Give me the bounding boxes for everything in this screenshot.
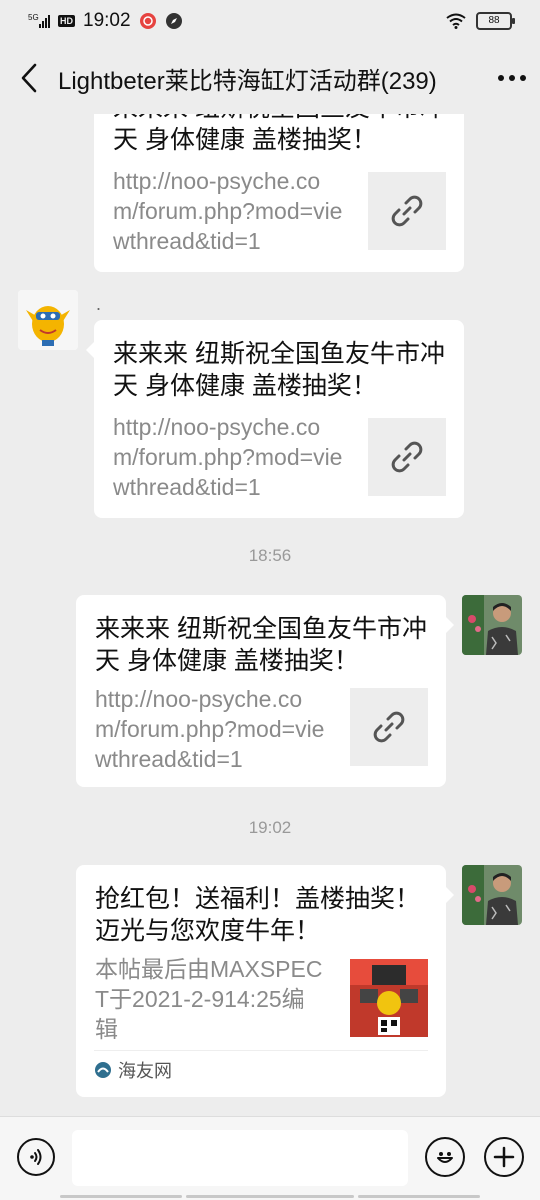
chevron-left-icon <box>21 63 37 93</box>
gesture-segment <box>186 1195 354 1198</box>
link-message-card[interactable]: 来来来 纽斯祝全国鱼友牛市冲天 身体健康 盖楼抽奖！ http://noo-ps… <box>86 320 464 518</box>
hd-icon: HD <box>58 15 75 27</box>
my-avatar[interactable] <box>462 595 522 655</box>
link-url: http://noo-psyche.com/forum.php?mod=view… <box>113 168 343 254</box>
link-title: 来来来 纽斯祝全国鱼友牛市冲天 身体健康 盖楼抽奖！ <box>95 615 427 675</box>
link-message-card[interactable]: 来来来 纽斯祝全国鱼友牛市冲天 身体健康 盖楼抽奖！ http://noo-ps… <box>94 114 464 272</box>
gesture-segment <box>60 1195 182 1198</box>
network-label: 5G <box>28 13 39 22</box>
gesture-segment <box>358 1195 480 1198</box>
timestamp: 19:02 <box>248 818 292 837</box>
link-thumbnail <box>368 172 446 250</box>
emoji-icon <box>437 1152 453 1163</box>
my-avatar[interactable] <box>462 865 522 925</box>
status-time: 19:02 <box>83 10 131 31</box>
link-thumbnail <box>368 418 446 496</box>
plus-icon <box>493 1146 515 1168</box>
chat-title: Lightbeter莱比特海缸灯活动群(239) <box>58 67 437 95</box>
status-left: 5G HD 19:02 <box>28 10 183 32</box>
link-url: http://noo-psyche.com/forum.php?mod=view… <box>95 686 325 772</box>
link-title: 来来来 纽斯祝全国鱼友牛市冲天 身体健康 盖楼抽奖！ <box>113 114 445 154</box>
status-right: 88 <box>446 12 515 30</box>
battery-icon: 88 <box>476 12 515 30</box>
timestamp: 18:56 <box>248 546 292 565</box>
link-thumbnail <box>350 688 428 766</box>
source-logo-icon <box>95 1062 111 1078</box>
article-desc: 本帖最后由MAXSPECT于2021-2-914:25编辑 <box>95 956 323 1042</box>
wifi-icon <box>446 13 466 29</box>
input-bar <box>0 1116 540 1200</box>
more-button[interactable] <box>484 42 540 114</box>
voice-button[interactable] <box>17 1138 55 1176</box>
article-message-card[interactable]: 抢红包！送福利！盖楼抽奖！迈光与您欢度牛年！ 本帖最后由MAXSPECT于202… <box>76 865 454 1097</box>
source-name: 海友网 <box>118 1061 172 1081</box>
app-notification-icon <box>139 12 157 30</box>
article-source: 海友网 <box>94 1050 428 1089</box>
sender-avatar[interactable] <box>18 290 78 350</box>
link-url: http://noo-psyche.com/forum.php?mod=view… <box>113 414 343 500</box>
signal-icon: 5G <box>28 13 50 29</box>
chat-area[interactable]: 来来来 纽斯祝全国鱼友牛市冲天 身体健康 盖楼抽奖！ http://noo-ps… <box>0 114 540 1116</box>
back-button[interactable] <box>0 42 58 114</box>
link-icon <box>391 195 423 227</box>
link-message-card[interactable]: 来来来 纽斯祝全国鱼友牛市冲天 身体健康 盖楼抽奖！ http://noo-ps… <box>76 595 454 787</box>
article-thumbnail <box>350 959 428 1037</box>
compass-icon <box>165 12 183 30</box>
emoji-button[interactable] <box>425 1137 465 1177</box>
more-dots-icon <box>498 75 526 81</box>
voice-icon <box>30 1149 42 1165</box>
link-icon <box>391 441 423 473</box>
gesture-bar <box>0 1193 540 1200</box>
article-title: 抢红包！送福利！盖楼抽奖！迈光与您欢度牛年！ <box>95 885 421 945</box>
chat-header: Lightbeter莱比特海缸灯活动群(239) <box>0 42 540 114</box>
sender-name: . <box>96 294 102 314</box>
status-bar: 5G HD 19:02 88 <box>0 0 540 42</box>
message-input[interactable] <box>72 1130 408 1186</box>
link-title: 来来来 纽斯祝全国鱼友牛市冲天 身体健康 盖楼抽奖！ <box>113 340 445 400</box>
add-button[interactable] <box>484 1137 524 1177</box>
link-icon <box>373 711 405 743</box>
